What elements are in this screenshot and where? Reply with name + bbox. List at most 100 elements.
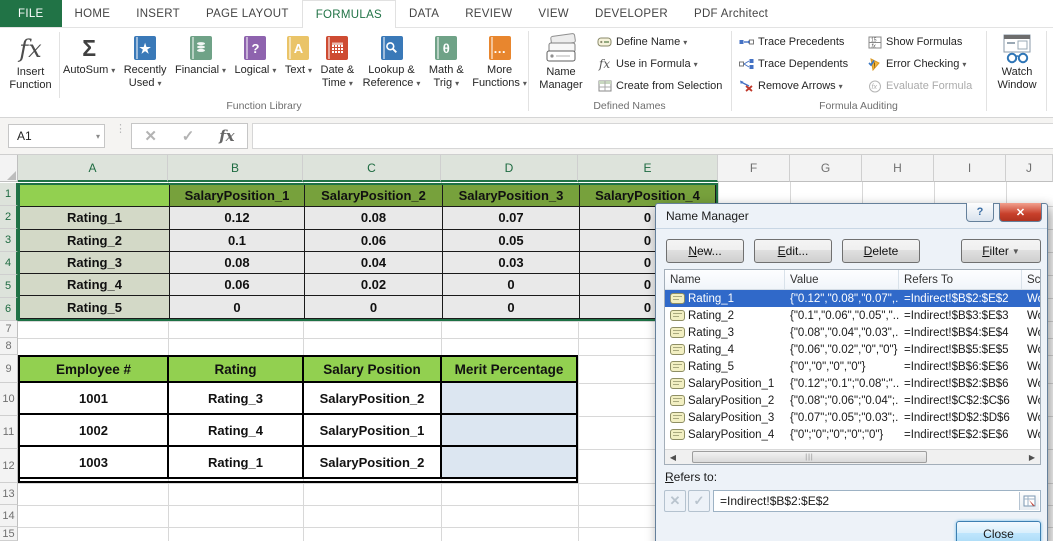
name-row-rating-5[interactable]: Rating_5 {"0","0","0","0"} =Indirect!$B$6:… [665, 358, 1040, 375]
name-row-salaryposition-4[interactable]: SalaryPosition_4 {"0";"0";"0";"0";"0"} =In… [665, 426, 1040, 443]
matrix-cell[interactable]: 0.06 [170, 274, 305, 297]
use-in-formula-button[interactable]: fx Use in Formula ▾ [596, 54, 698, 74]
row-header-1[interactable]: 1 [0, 183, 18, 206]
select-all-corner[interactable] [0, 155, 18, 182]
employee-cell[interactable] [442, 415, 576, 447]
column-header-b[interactable]: B [168, 155, 303, 182]
range-picker-icon[interactable] [1019, 492, 1039, 510]
column-header-f[interactable]: F [718, 155, 790, 182]
column-header-g[interactable]: G [790, 155, 862, 182]
new-button[interactable]: New... [666, 239, 744, 263]
row-header-10[interactable]: 10 [0, 383, 18, 416]
row-header-8[interactable]: 8 [0, 338, 18, 355]
logical-button[interactable]: ? Logical ▾ [234, 30, 278, 110]
employee-header-cell[interactable]: Salary Position [304, 357, 442, 383]
show-formulas-button[interactable]: 15 fx Show Formulas [866, 32, 962, 52]
employee-header-cell[interactable]: Rating [169, 357, 304, 383]
financial-button[interactable]: Financial ▾ [174, 30, 227, 110]
matrix-cell[interactable]: 0.02 [305, 274, 443, 297]
employee-cell[interactable]: SalaryPosition_1 [304, 415, 442, 447]
row-header-2[interactable]: 2 [0, 206, 18, 229]
tab-formulas[interactable]: FORMULAS [301, 0, 397, 28]
column-header-e[interactable]: E [578, 155, 718, 182]
column-header-i[interactable]: I [934, 155, 1006, 182]
matrix-header-cell[interactable]: SalaryPosition_1 [170, 185, 305, 208]
tab-pdf-architect[interactable]: PDF Architect [681, 0, 781, 27]
matrix-cell[interactable]: Rating_1 [20, 207, 170, 230]
error-checking-button[interactable]: ! Error Checking ▾ [866, 54, 966, 74]
matrix-cell[interactable]: Rating_3 [20, 251, 170, 275]
matrix-cell[interactable]: 0.07 [443, 207, 580, 230]
row-header-13[interactable]: 13 [0, 483, 18, 505]
define-name-button[interactable]: Define Name ▾ [596, 32, 687, 52]
trace-dependents-button[interactable]: Trace Dependents [738, 54, 848, 74]
column-header-c[interactable]: C [303, 155, 441, 182]
name-manager-button[interactable]: Name Manager [532, 30, 590, 110]
matrix-cell[interactable]: 0.1 [170, 229, 305, 252]
tab-developer[interactable]: DEVELOPER [582, 0, 681, 27]
date-time-button[interactable]: Date & Time ▾ [320, 30, 356, 110]
matrix-cell[interactable]: Rating_5 [20, 296, 170, 319]
refers-to-input[interactable]: =Indirect!$B$2:$E$2 [713, 490, 1041, 512]
help-button[interactable]: ? [966, 203, 994, 222]
column-header-j[interactable]: J [1006, 155, 1053, 182]
delete-button[interactable]: Delete [842, 239, 920, 263]
employee-cell[interactable]: 1003 [20, 447, 169, 479]
tab-view[interactable]: VIEW [525, 0, 582, 27]
scroll-left-icon[interactable]: ◀ [665, 450, 681, 464]
row-header-3[interactable]: 3 [0, 229, 18, 252]
name-box-dropdown-icon[interactable]: ▾ [96, 132, 100, 141]
name-row-salaryposition-3[interactable]: SalaryPosition_3 {"0.07";"0.05";"0.03";..… [665, 409, 1040, 426]
name-box[interactable]: A1 ▾ [8, 124, 105, 148]
insert-function-icon[interactable]: fx [219, 127, 234, 145]
employee-cell[interactable]: 1001 [20, 383, 169, 415]
column-header-h[interactable]: H [862, 155, 934, 182]
tab-review[interactable]: REVIEW [452, 0, 525, 27]
remove-arrows-button[interactable]: Remove Arrows ▾ [738, 76, 843, 96]
row-header-9[interactable]: 9 [0, 355, 18, 383]
filter-button[interactable]: Filter ▼ [961, 239, 1041, 263]
tab-file[interactable]: FILE [0, 0, 62, 27]
matrix-header-cell[interactable]: SalaryPosition_2 [305, 185, 443, 208]
matrix-cell[interactable]: Rating_4 [20, 274, 170, 297]
matrix-header-cell[interactable]: SalaryPosition_3 [443, 185, 580, 208]
matrix-cell[interactable]: 0.03 [443, 251, 580, 275]
matrix-cell[interactable]: 0.05 [443, 229, 580, 252]
scroll-right-icon[interactable]: ▶ [1024, 450, 1040, 464]
list-column-value[interactable]: Value [785, 270, 899, 289]
formula-input[interactable] [252, 123, 1053, 149]
name-row-salaryposition-1[interactable]: SalaryPosition_1 {"0.12";"0.1";"0.08";"..… [665, 375, 1040, 392]
matrix-cell[interactable]: 0 [170, 296, 305, 319]
name-row-rating-4[interactable]: Rating_4 {"0.06","0.02","0","0"} =Indirect… [665, 341, 1040, 358]
matrix-cell[interactable]: 0 [305, 296, 443, 319]
employee-cell[interactable] [442, 383, 576, 415]
autosum-button[interactable]: Σ AutoSum ▾ [62, 30, 116, 110]
row-header-5[interactable]: 5 [0, 275, 18, 298]
more-functions-button[interactable]: … More Functions ▾ [471, 30, 528, 110]
column-header-d[interactable]: D [441, 155, 578, 182]
row-header-6[interactable]: 6 [0, 298, 18, 321]
matrix-header-cell[interactable] [20, 185, 170, 208]
employee-cell[interactable]: Rating_4 [169, 415, 304, 447]
row-header-12[interactable]: 12 [0, 449, 18, 483]
row-header-11[interactable]: 11 [0, 416, 18, 449]
name-row-rating-2[interactable]: Rating_2 {"0.1","0.06","0.05","... =Indire… [665, 307, 1040, 324]
matrix-cell[interactable]: 0.08 [305, 207, 443, 230]
list-column-refers-to[interactable]: Refers To [899, 270, 1022, 289]
column-header-a[interactable]: A [18, 155, 168, 182]
employee-cell[interactable] [442, 447, 576, 479]
employee-header-cell[interactable]: Employee # [20, 357, 169, 383]
edit-button[interactable]: Edit... [754, 239, 832, 263]
name-row-rating-3[interactable]: Rating_3 {"0.08","0.04","0.03",... =Indire… [665, 324, 1040, 341]
tab-data[interactable]: DATA [396, 0, 452, 27]
employee-cell[interactable]: SalaryPosition_2 [304, 447, 442, 479]
matrix-cell[interactable]: Rating_2 [20, 229, 170, 252]
close-button[interactable]: Close [956, 521, 1041, 541]
matrix-cell[interactable]: 0.06 [305, 229, 443, 252]
watch-window-button[interactable]: Watch Window [989, 30, 1045, 110]
employee-cell[interactable]: Rating_3 [169, 383, 304, 415]
tab-home[interactable]: HOME [62, 0, 124, 27]
insert-function-button[interactable]: fx Insert Function [3, 30, 58, 110]
name-row-rating-1[interactable]: Rating_1 {"0.12","0.08","0.07",... =Indire… [665, 290, 1040, 307]
row-header-14[interactable]: 14 [0, 505, 18, 527]
